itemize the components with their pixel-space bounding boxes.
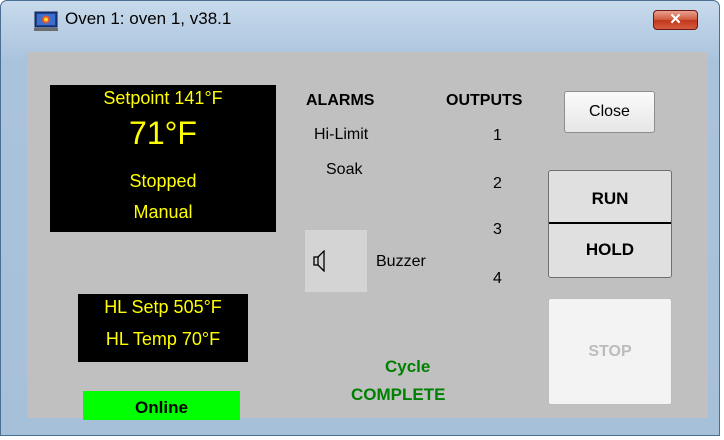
close-button[interactable]: Close — [564, 91, 655, 133]
window-close-button[interactable]: ✕ — [653, 10, 698, 30]
run-hold-button-group: RUN HOLD — [548, 170, 672, 278]
high-limit-temperature: HL Temp 70°F — [105, 329, 221, 349]
cycle-status: COMPLETE — [351, 385, 446, 404]
outputs-header: OUTPUTS — [446, 92, 523, 109]
output-2: 2 — [493, 175, 502, 192]
stop-button[interactable]: STOP — [548, 298, 672, 405]
output-1: 1 — [493, 127, 502, 144]
temperature-display: Setpoint 141°F 71°F Stopped Manual — [50, 85, 276, 232]
high-limit-setpoint: HL Setp 505°F — [104, 297, 222, 317]
run-button[interactable]: RUN — [549, 171, 671, 224]
high-limit-display: HL Setp 505°F HL Temp 70°F — [78, 294, 248, 362]
alarm-hi-limit: Hi-Limit — [314, 126, 369, 143]
online-status-badge: Online — [83, 391, 240, 420]
setpoint-label: Setpoint 141°F — [103, 88, 223, 108]
close-icon: ✕ — [669, 11, 682, 28]
hold-button[interactable]: HOLD — [549, 226, 671, 277]
buzzer-toggle[interactable] — [305, 230, 367, 292]
title-bar[interactable]: Oven 1: oven 1, v38.1 ✕ — [1, 1, 719, 35]
alarm-soak: Soak — [326, 161, 363, 178]
output-3: 3 — [493, 221, 502, 238]
oven-state: Stopped — [129, 171, 197, 191]
window-title: Oven 1: oven 1, v38.1 — [65, 9, 232, 28]
alarms-header: ALARMS — [306, 92, 375, 109]
output-4: 4 — [493, 270, 502, 287]
cycle-label: Cycle — [385, 357, 431, 376]
oven-app-icon — [34, 10, 58, 32]
current-temperature: 71°F — [129, 115, 197, 151]
speaker-icon — [313, 250, 325, 272]
control-mode: Manual — [133, 202, 193, 222]
buzzer-label: Buzzer — [376, 253, 426, 270]
